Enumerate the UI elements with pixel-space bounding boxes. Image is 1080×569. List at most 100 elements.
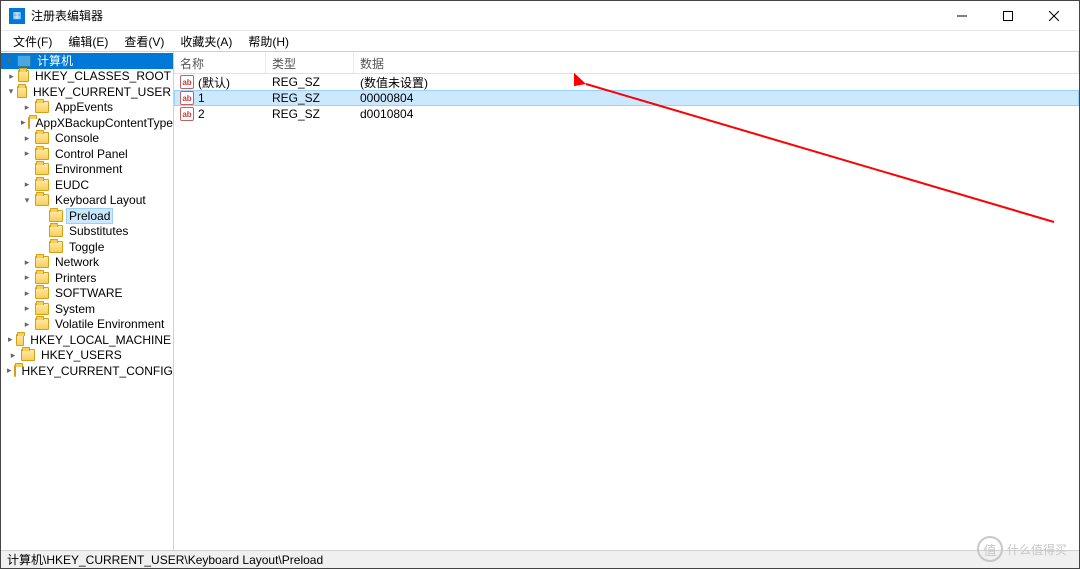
folder-icon <box>14 365 16 377</box>
folder-icon <box>35 256 49 268</box>
collapse-icon[interactable]: ▾ <box>7 86 15 98</box>
tree-item[interactable]: ▸ HKEY_LOCAL_MACHINE <box>1 332 173 348</box>
tree-item-label: System <box>53 302 97 316</box>
expand-icon[interactable]: ▸ <box>7 365 12 377</box>
expand-icon[interactable]: ▸ <box>21 287 33 299</box>
menu-favorites[interactable]: 收藏夹(A) <box>172 31 240 52</box>
tree-item[interactable]: ▸ HKEY_CURRENT_CONFIG <box>1 363 173 379</box>
cell-data: 00000804 <box>354 91 1079 105</box>
tree-item[interactable]: ▾ Keyboard Layout <box>1 193 173 209</box>
tree-item-label: Environment <box>53 162 124 176</box>
cell-name: ab1 <box>174 91 266 105</box>
tree-item-label: HKEY_CURRENT_CONFIG <box>20 364 174 378</box>
cell-name: ab(默认) <box>174 74 266 91</box>
tree-item-label: Network <box>53 255 101 269</box>
tree-item[interactable]: Preload <box>1 208 173 224</box>
list-row[interactable]: ab(默认)REG_SZ(数值未设置) <box>174 74 1079 90</box>
folder-icon <box>49 241 63 253</box>
cell-data: d0010804 <box>354 107 1079 121</box>
expand-icon[interactable]: ▸ <box>21 179 33 191</box>
tree-item-label: AppXBackupContentType <box>34 116 174 130</box>
folder-icon <box>35 303 49 315</box>
expand-icon[interactable]: ▸ <box>21 256 33 268</box>
folder-icon <box>16 334 25 346</box>
expand-icon[interactable]: ▸ <box>7 70 16 82</box>
menu-file[interactable]: 文件(F) <box>5 31 60 52</box>
tree-item[interactable]: ▸ HKEY_CLASSES_ROOT <box>1 69 173 85</box>
expand-icon[interactable]: ▸ <box>21 132 33 144</box>
cell-data: (数值未设置) <box>354 74 1079 91</box>
maximize-button[interactable] <box>985 1 1031 31</box>
close-button[interactable] <box>1031 1 1077 31</box>
cell-type: REG_SZ <box>266 107 354 121</box>
tree-item[interactable]: ▸Console <box>1 131 173 147</box>
list-row[interactable]: ab2REG_SZd0010804 <box>174 106 1079 122</box>
expand-icon[interactable]: ▾ <box>3 55 15 67</box>
tree-item[interactable]: ▸ HKEY_USERS <box>1 348 173 364</box>
tree-item-label: Keyboard Layout <box>53 193 148 207</box>
tree-item[interactable]: ▸ SOFTWARE <box>1 286 173 302</box>
menu-view[interactable]: 查看(V) <box>116 31 172 52</box>
expand-icon[interactable]: ▸ <box>21 318 33 330</box>
tree-item-label: AppEvents <box>53 100 115 114</box>
tree-item-label: Control Panel <box>53 147 130 161</box>
collapse-icon[interactable]: ▾ <box>21 194 33 206</box>
tree-item-label: EUDC <box>53 178 91 192</box>
tree-item[interactable]: ▸ AppEvents <box>1 100 173 116</box>
expand-icon[interactable]: ▸ <box>21 117 26 129</box>
tree-item[interactable]: Environment <box>1 162 173 178</box>
col-type[interactable]: 类型 <box>266 52 354 73</box>
minimize-button[interactable] <box>939 1 985 31</box>
tree-item-label: Volatile Environment <box>53 317 166 331</box>
list-pane[interactable]: 名称 类型 数据 ab(默认)REG_SZ(数值未设置)ab1REG_SZ000… <box>174 52 1079 550</box>
tree-item-label: HKEY_CURRENT_USER <box>31 85 173 99</box>
tree-item[interactable]: ▾ HKEY_CURRENT_USER <box>1 84 173 100</box>
tree-item[interactable]: ▸ EUDC <box>1 177 173 193</box>
menu-help[interactable]: 帮助(H) <box>240 31 297 52</box>
tree-item[interactable]: Substitutes <box>1 224 173 240</box>
tree-item[interactable]: ▸ Network <box>1 255 173 271</box>
expand-icon[interactable]: ▸ <box>21 101 33 113</box>
cell-type: REG_SZ <box>266 75 354 89</box>
folder-icon <box>35 179 49 191</box>
tree-item-label: SOFTWARE <box>53 286 125 300</box>
tree-item[interactable]: Toggle <box>1 239 173 255</box>
tree-item-label: Toggle <box>67 240 106 254</box>
cell-type: REG_SZ <box>266 91 354 105</box>
folder-icon <box>35 287 49 299</box>
expand-icon[interactable]: ▸ <box>21 272 33 284</box>
expand-icon[interactable]: ▸ <box>21 148 33 160</box>
tree-item-label: HKEY_USERS <box>39 348 124 362</box>
folder-icon <box>35 132 49 144</box>
folder-icon <box>35 101 49 113</box>
expand-icon[interactable]: ▸ <box>21 303 33 315</box>
folder-icon <box>35 318 49 330</box>
tree-item-label: HKEY_LOCAL_MACHINE <box>28 333 173 347</box>
expand-icon[interactable]: ▸ <box>7 334 14 346</box>
tree-item-label: Substitutes <box>67 224 130 238</box>
folder-icon <box>28 117 30 129</box>
tree-item-label: HKEY_CLASSES_ROOT <box>33 69 173 83</box>
tree-item[interactable]: ▸ Volatile Environment <box>1 317 173 333</box>
col-name[interactable]: 名称 <box>174 52 266 73</box>
folder-icon <box>17 86 27 98</box>
menu-edit[interactable]: 编辑(E) <box>60 31 116 52</box>
folder-icon <box>35 194 49 206</box>
computer-icon <box>17 55 31 67</box>
list-row[interactable]: ab1REG_SZ00000804 <box>174 90 1079 106</box>
tree-item[interactable]: ▸ AppXBackupContentType <box>1 115 173 131</box>
col-data[interactable]: 数据 <box>354 52 1079 73</box>
tree-root[interactable]: ▾ 计算机 <box>1 53 173 69</box>
folder-icon <box>35 163 49 175</box>
tree-item[interactable]: ▸ Printers <box>1 270 173 286</box>
folder-icon <box>35 272 49 284</box>
tree-pane[interactable]: ▾ 计算机 ▸ HKEY_CLASSES_ROOT ▾ HKEY_CURRENT_US… <box>1 52 174 550</box>
cell-name: ab2 <box>174 107 266 121</box>
expand-icon[interactable]: ▸ <box>7 349 19 361</box>
tree-item[interactable]: ▸ System <box>1 301 173 317</box>
tree-root-label: 计算机 <box>35 52 75 69</box>
app-icon: ▦ <box>9 8 25 24</box>
title-bar: ▦ 注册表编辑器 <box>1 1 1079 31</box>
tree-item[interactable]: ▸ Control Panel <box>1 146 173 162</box>
tree-item-label: Printers <box>53 271 98 285</box>
